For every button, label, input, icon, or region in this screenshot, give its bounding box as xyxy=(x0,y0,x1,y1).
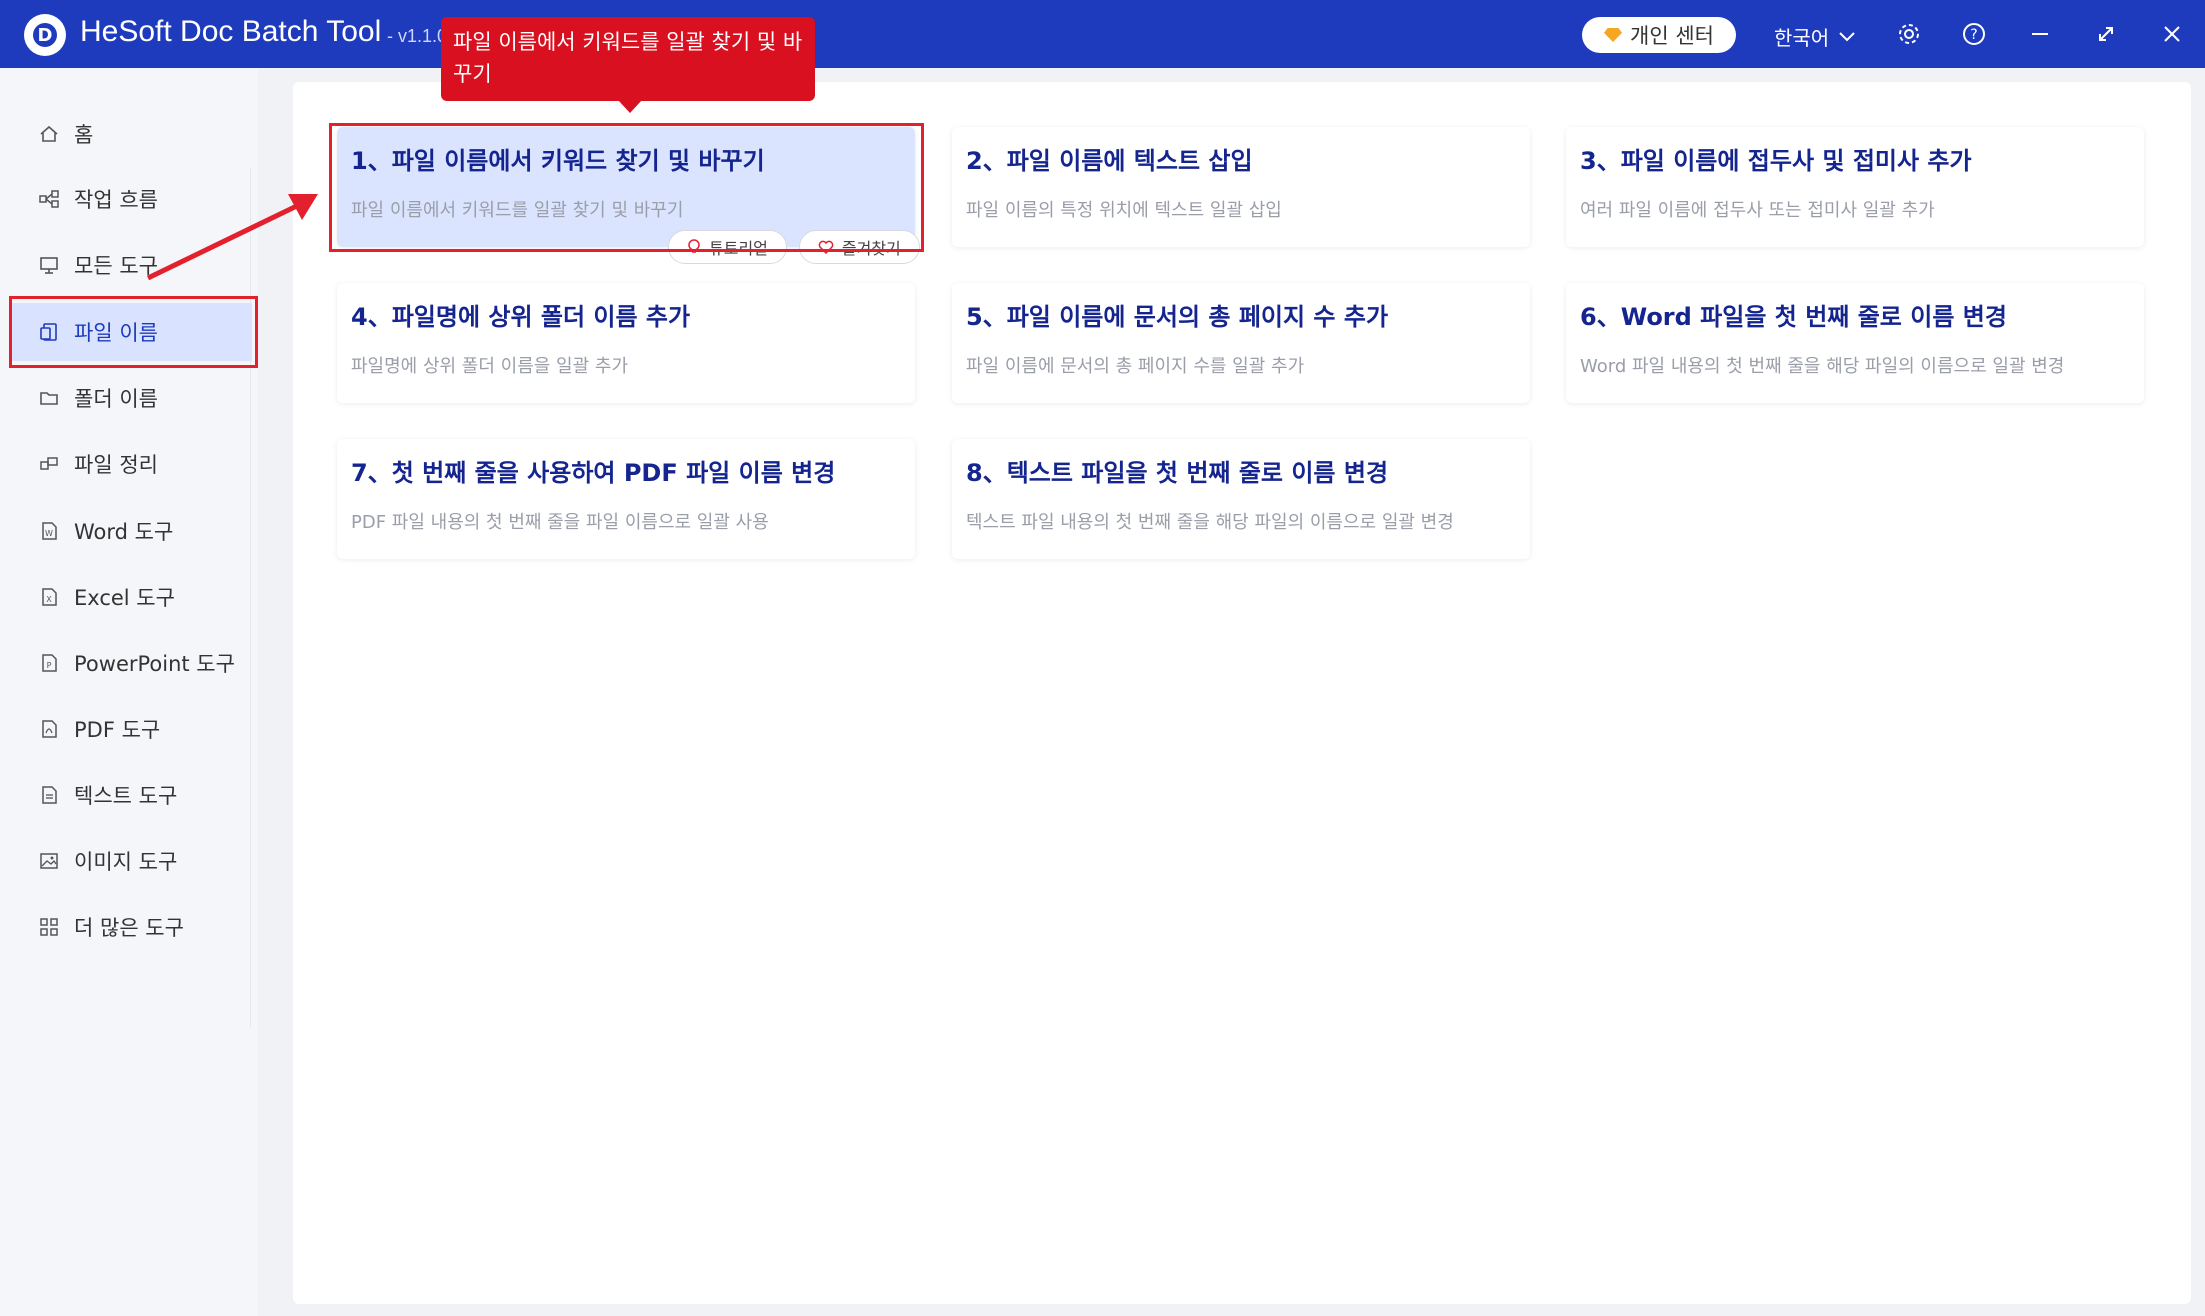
title-bar: D HeSoft Doc Batch Tool - v1.1.0 개인 센터 한… xyxy=(0,0,2205,68)
sidebar-item-label: 모든 도구 xyxy=(74,254,158,278)
heart-icon xyxy=(818,240,834,254)
tool-card-pdf-first-line[interactable]: 7、첫 번째 줄을 사용하여 PDF 파일 이름 변경 PDF 파일 내용의 첫… xyxy=(337,439,915,559)
card-title: 5、파일 이름에 문서의 총 페이지 수 추가 xyxy=(966,303,1389,331)
svg-text:W: W xyxy=(45,529,53,538)
sidebar-item-label: 이미지 도구 xyxy=(74,850,178,874)
card-title: 6、Word 파일을 첫 번째 줄로 이름 변경 xyxy=(1580,303,2007,331)
chevron-down-icon xyxy=(1839,31,1855,41)
card-description: 여러 파일 이름에 접두사 또는 접미사 일괄 추가 xyxy=(1580,200,1935,221)
help-icon[interactable]: ? xyxy=(1958,18,1990,50)
sidebar-item-folder-name[interactable]: 폴더 이름 xyxy=(12,369,252,427)
sidebar-item-label: 텍스트 도구 xyxy=(74,784,178,808)
sidebar-item-powerpoint-tools[interactable]: P PowerPoint 도구 xyxy=(12,634,252,692)
sidebar-item-label: 작업 흐름 xyxy=(74,188,158,212)
sidebar-item-label: 홈 xyxy=(74,123,94,147)
card-description: 파일 이름에 문서의 총 페이지 수를 일괄 추가 xyxy=(966,356,1305,377)
grid-icon xyxy=(38,916,60,938)
card-description: 파일 이름의 특정 위치에 텍스트 일괄 삽입 xyxy=(966,200,1282,221)
minimize-icon[interactable] xyxy=(2024,18,2056,50)
tool-card-prefix-suffix[interactable]: 3、파일 이름에 접두사 및 접미사 추가 여러 파일 이름에 접두사 또는 접… xyxy=(1566,127,2144,247)
tool-card-text-first-line[interactable]: 8、텍스트 파일을 첫 번째 줄로 이름 변경 텍스트 파일 내용의 첫 번째 … xyxy=(952,439,1530,559)
home-icon xyxy=(38,123,60,145)
card-description: 파일 이름에서 키워드를 일괄 찾기 및 바꾸기 xyxy=(351,200,684,221)
image-icon xyxy=(38,850,60,872)
sidebar-item-file-name[interactable]: 파일 이름 xyxy=(12,303,252,361)
file-rename-icon xyxy=(38,321,60,343)
sidebar-item-label: Word 도구 xyxy=(74,520,174,544)
workflow-icon xyxy=(38,188,60,210)
tooltip-pointer xyxy=(618,100,642,113)
sidebar-item-word-tools[interactable]: W Word 도구 xyxy=(12,502,252,560)
maximize-icon[interactable] xyxy=(2090,18,2122,50)
monitor-icon xyxy=(38,254,60,276)
sidebar-item-label: 파일 정리 xyxy=(74,453,158,477)
tool-card-find-replace[interactable]: 1、파일 이름에서 키워드 찾기 및 바꾸기 파일 이름에서 키워드를 일괄 찾… xyxy=(337,127,915,247)
sidebar-item-label: 더 많은 도구 xyxy=(74,916,184,940)
tool-card-word-first-line[interactable]: 6、Word 파일을 첫 번째 줄로 이름 변경 Word 파일 내용의 첫 번… xyxy=(1566,283,2144,403)
sidebar-item-all-tools[interactable]: 모든 도구 xyxy=(12,236,252,294)
card-title: 2、파일 이름에 텍스트 삽입 xyxy=(966,147,1253,175)
sidebar-item-pdf-tools[interactable]: PDF 도구 xyxy=(12,700,252,758)
card-description: 텍스트 파일 내용의 첫 번째 줄을 해당 파일의 이름으로 일괄 변경 xyxy=(966,512,1454,533)
sidebar-item-home[interactable]: 홈 xyxy=(12,105,252,163)
svg-text:P: P xyxy=(47,661,52,670)
favorite-button[interactable]: 즐겨찾기 xyxy=(798,230,920,264)
diamond-icon xyxy=(1604,28,1623,42)
sidebar-item-excel-tools[interactable]: X Excel 도구 xyxy=(12,568,252,626)
excel-icon: X xyxy=(38,586,60,608)
tool-card-insert-text[interactable]: 2、파일 이름에 텍스트 삽입 파일 이름의 특정 위치에 텍스트 일괄 삽입 xyxy=(952,127,1530,247)
language-selector[interactable]: 한국어 xyxy=(1774,22,1855,51)
word-icon: W xyxy=(38,520,60,542)
tutorial-label: 튜토리얼 xyxy=(709,239,768,258)
powerpoint-icon: P xyxy=(38,652,60,674)
card-title: 7、첫 번째 줄을 사용하여 PDF 파일 이름 변경 xyxy=(351,459,836,487)
card-title: 4、파일명에 상위 폴더 이름 추가 xyxy=(351,303,691,331)
sidebar-item-workflow[interactable]: 작업 흐름 xyxy=(12,170,252,228)
app-title: HeSoft Doc Batch Tool xyxy=(80,15,382,48)
sidebar-item-file-organize[interactable]: 파일 정리 xyxy=(12,435,252,493)
card-title: 1、파일 이름에서 키워드 찾기 및 바꾸기 xyxy=(351,147,765,175)
pdf-icon xyxy=(38,718,60,740)
account-center-button[interactable]: 개인 센터 xyxy=(1582,17,1736,53)
favorite-label: 즐겨찾기 xyxy=(841,239,901,258)
sidebar-item-image-tools[interactable]: 이미지 도구 xyxy=(12,832,252,890)
text-icon xyxy=(38,784,60,806)
tutorial-button[interactable]: 튜토리얼 xyxy=(668,230,787,264)
svg-text:X: X xyxy=(46,595,52,604)
app-logo-icon: D xyxy=(24,14,66,56)
sidebar-item-more-tools[interactable]: 더 많은 도구 xyxy=(12,898,252,956)
sidebar-item-label: PDF 도구 xyxy=(74,718,161,742)
organize-icon xyxy=(38,453,60,475)
language-label: 한국어 xyxy=(1774,26,1830,50)
tooltip: 파일 이름에서 키워드를 일괄 찾기 및 바꾸기 xyxy=(441,17,815,101)
app-version: - v1.1.0 xyxy=(387,26,448,46)
main-content xyxy=(293,82,2191,1304)
sidebar-item-label: 파일 이름 xyxy=(74,321,158,345)
folder-icon xyxy=(38,387,60,409)
card-title: 3、파일 이름에 접두사 및 접미사 추가 xyxy=(1580,147,1972,175)
card-description: PDF 파일 내용의 첫 번째 줄을 파일 이름으로 일괄 사용 xyxy=(351,512,769,533)
sidebar-item-label: Excel 도구 xyxy=(74,586,175,610)
card-description: 파일명에 상위 폴더 이름을 일괄 추가 xyxy=(351,356,629,377)
account-center-label: 개인 센터 xyxy=(1630,24,1714,48)
card-actions: 튜토리얼 즐겨찾기 xyxy=(668,230,920,264)
svg-text:?: ? xyxy=(1970,27,1977,43)
settings-icon[interactable] xyxy=(1893,18,1925,50)
card-description: Word 파일 내용의 첫 번째 줄을 해당 파일의 이름으로 일괄 변경 xyxy=(1580,356,2065,377)
sidebar-item-label: 폴더 이름 xyxy=(74,387,158,411)
tool-card-page-count[interactable]: 5、파일 이름에 문서의 총 페이지 수 추가 파일 이름에 문서의 총 페이지… xyxy=(952,283,1530,403)
tool-card-parent-folder[interactable]: 4、파일명에 상위 폴더 이름 추가 파일명에 상위 폴더 이름을 일괄 추가 xyxy=(337,283,915,403)
sidebar-item-label: PowerPoint 도구 xyxy=(74,652,235,676)
lightbulb-icon xyxy=(688,239,700,253)
close-icon[interactable] xyxy=(2156,18,2188,50)
card-title: 8、텍스트 파일을 첫 번째 줄로 이름 변경 xyxy=(966,459,1389,487)
sidebar-item-text-tools[interactable]: 텍스트 도구 xyxy=(12,766,252,824)
